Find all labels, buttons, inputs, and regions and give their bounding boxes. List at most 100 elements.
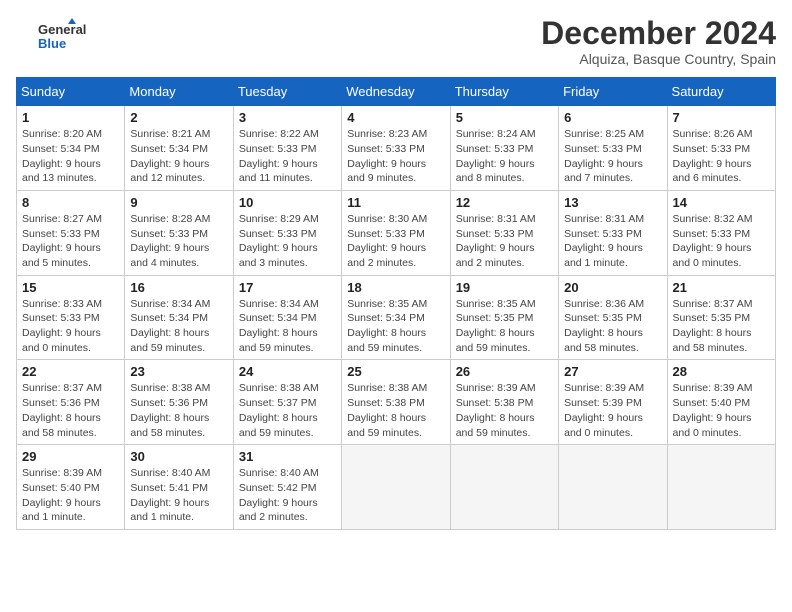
- day-number: 2: [130, 110, 227, 125]
- week-row-4: 22 Sunrise: 8:37 AM Sunset: 5:36 PM Dayli…: [17, 360, 776, 445]
- day-info: Sunrise: 8:39 AM Sunset: 5:39 PM Dayligh…: [564, 381, 661, 440]
- day-cell: 19Sunrise: 8:35 AM Sunset: 5:35 PM Dayli…: [450, 275, 558, 360]
- header-row: SundayMondayTuesdayWednesdayThursdayFrid…: [17, 78, 776, 106]
- day-number: 19: [456, 280, 553, 295]
- day-info: Sunrise: 8:22 AM Sunset: 5:33 PM Dayligh…: [239, 127, 336, 186]
- day-number: 21: [673, 280, 770, 295]
- day-number: 14: [673, 195, 770, 210]
- day-cell: 9Sunrise: 8:28 AM Sunset: 5:33 PM Daylig…: [125, 190, 233, 275]
- day-number: 17: [239, 280, 336, 295]
- day-cell: 18Sunrise: 8:35 AM Sunset: 5:34 PM Dayli…: [342, 275, 450, 360]
- day-number: 20: [564, 280, 661, 295]
- weekday-header-tuesday: Tuesday: [233, 78, 341, 106]
- day-info: Sunrise: 8:36 AM Sunset: 5:35 PM Dayligh…: [564, 297, 661, 356]
- day-cell: 12Sunrise: 8:31 AM Sunset: 5:33 PM Dayli…: [450, 190, 558, 275]
- day-info: Sunrise: 8:31 AM Sunset: 5:33 PM Dayligh…: [456, 212, 553, 271]
- day-cell: 29Sunrise: 8:39 AM Sunset: 5:40 PM Dayli…: [17, 445, 125, 530]
- day-cell: 26 Sunrise: 8:39 AM Sunset: 5:38 PM Dayli…: [450, 360, 558, 445]
- month-title: December 2024: [541, 16, 776, 51]
- day-cell: [450, 445, 558, 530]
- day-number: 16: [130, 280, 227, 295]
- day-number: 13: [564, 195, 661, 210]
- day-cell: 16 Sunrise: 8:34 AM Sunset: 5:34 PM Dayli…: [125, 275, 233, 360]
- day-number: 11: [347, 195, 444, 210]
- day-number: 30: [130, 449, 227, 464]
- day-number: 26: [456, 364, 553, 379]
- day-cell: 30 Sunrise: 8:40 AM Sunset: 5:41 PM Dayli…: [125, 445, 233, 530]
- day-number: 31: [239, 449, 336, 464]
- day-info: Sunrise: 8:23 AM Sunset: 5:33 PM Dayligh…: [347, 127, 444, 186]
- day-cell: 14 Sunrise: 8:32 AM Sunset: 5:33 PM Dayli…: [667, 190, 775, 275]
- logo-icon: General Blue: [16, 16, 96, 56]
- day-number: 15: [22, 280, 119, 295]
- svg-text:Blue: Blue: [38, 36, 66, 51]
- calendar-table: SundayMondayTuesdayWednesdayThursdayFrid…: [16, 77, 776, 530]
- day-number: 29: [22, 449, 119, 464]
- day-info: Sunrise: 8:24 AM Sunset: 5:33 PM Dayligh…: [456, 127, 553, 186]
- logo: General Blue General Blue: [16, 16, 96, 56]
- day-info: Sunrise: 8:21 AM Sunset: 5:34 PM Dayligh…: [130, 127, 227, 186]
- day-info: Sunrise: 8:40 AM Sunset: 5:41 PM Dayligh…: [130, 466, 227, 525]
- day-info: Sunrise: 8:37 AM Sunset: 5:35 PM Dayligh…: [673, 297, 770, 356]
- day-number: 28: [673, 364, 770, 379]
- day-cell: 11 Sunrise: 8:30 AM Sunset: 5:33 PM Dayli…: [342, 190, 450, 275]
- day-cell: 5 Sunrise: 8:24 AM Sunset: 5:33 PM Daylig…: [450, 106, 558, 191]
- day-cell: 25Sunrise: 8:38 AM Sunset: 5:38 PM Dayli…: [342, 360, 450, 445]
- day-info: Sunrise: 8:29 AM Sunset: 5:33 PM Dayligh…: [239, 212, 336, 271]
- day-info: Sunrise: 8:31 AM Sunset: 5:33 PM Dayligh…: [564, 212, 661, 271]
- day-cell: 21 Sunrise: 8:37 AM Sunset: 5:35 PM Dayli…: [667, 275, 775, 360]
- day-cell: [342, 445, 450, 530]
- weekday-header-friday: Friday: [559, 78, 667, 106]
- day-cell: 10 Sunrise: 8:29 AM Sunset: 5:33 PM Dayli…: [233, 190, 341, 275]
- day-cell: 27 Sunrise: 8:39 AM Sunset: 5:39 PM Dayli…: [559, 360, 667, 445]
- week-row-5: 29Sunrise: 8:39 AM Sunset: 5:40 PM Dayli…: [17, 445, 776, 530]
- weekday-header-monday: Monday: [125, 78, 233, 106]
- svg-text:General: General: [38, 22, 86, 37]
- week-row-1: 1Sunrise: 8:20 AM Sunset: 5:34 PM Daylig…: [17, 106, 776, 191]
- week-row-2: 8 Sunrise: 8:27 AM Sunset: 5:33 PM Daylig…: [17, 190, 776, 275]
- day-number: 4: [347, 110, 444, 125]
- day-info: Sunrise: 8:37 AM Sunset: 5:36 PM Dayligh…: [22, 381, 119, 440]
- day-info: Sunrise: 8:28 AM Sunset: 5:33 PM Dayligh…: [130, 212, 227, 271]
- week-row-3: 15 Sunrise: 8:33 AM Sunset: 5:33 PM Dayli…: [17, 275, 776, 360]
- day-info: Sunrise: 8:30 AM Sunset: 5:33 PM Dayligh…: [347, 212, 444, 271]
- day-number: 22: [22, 364, 119, 379]
- day-number: 10: [239, 195, 336, 210]
- day-cell: 8 Sunrise: 8:27 AM Sunset: 5:33 PM Daylig…: [17, 190, 125, 275]
- weekday-header-wednesday: Wednesday: [342, 78, 450, 106]
- day-info: Sunrise: 8:27 AM Sunset: 5:33 PM Dayligh…: [22, 212, 119, 271]
- day-cell: [559, 445, 667, 530]
- day-cell: 20 Sunrise: 8:36 AM Sunset: 5:35 PM Dayli…: [559, 275, 667, 360]
- day-cell: 6 Sunrise: 8:25 AM Sunset: 5:33 PM Daylig…: [559, 106, 667, 191]
- day-number: 24: [239, 364, 336, 379]
- day-number: 3: [239, 110, 336, 125]
- day-cell: 28 Sunrise: 8:39 AM Sunset: 5:40 PM Dayli…: [667, 360, 775, 445]
- day-number: 5: [456, 110, 553, 125]
- day-info: Sunrise: 8:25 AM Sunset: 5:33 PM Dayligh…: [564, 127, 661, 186]
- day-info: Sunrise: 8:26 AM Sunset: 5:33 PM Dayligh…: [673, 127, 770, 186]
- day-info: Sunrise: 8:39 AM Sunset: 5:38 PM Dayligh…: [456, 381, 553, 440]
- day-number: 8: [22, 195, 119, 210]
- day-cell: 7Sunrise: 8:26 AM Sunset: 5:33 PM Daylig…: [667, 106, 775, 191]
- day-number: 6: [564, 110, 661, 125]
- day-info: Sunrise: 8:34 AM Sunset: 5:34 PM Dayligh…: [239, 297, 336, 356]
- day-number: 27: [564, 364, 661, 379]
- day-info: Sunrise: 8:38 AM Sunset: 5:36 PM Dayligh…: [130, 381, 227, 440]
- day-number: 18: [347, 280, 444, 295]
- day-number: 1: [22, 110, 119, 125]
- day-info: Sunrise: 8:32 AM Sunset: 5:33 PM Dayligh…: [673, 212, 770, 271]
- day-info: Sunrise: 8:39 AM Sunset: 5:40 PM Dayligh…: [673, 381, 770, 440]
- day-info: Sunrise: 8:40 AM Sunset: 5:42 PM Dayligh…: [239, 466, 336, 525]
- weekday-header-saturday: Saturday: [667, 78, 775, 106]
- day-cell: 13 Sunrise: 8:31 AM Sunset: 5:33 PM Dayli…: [559, 190, 667, 275]
- day-number: 23: [130, 364, 227, 379]
- day-info: Sunrise: 8:38 AM Sunset: 5:38 PM Dayligh…: [347, 381, 444, 440]
- weekday-header-sunday: Sunday: [17, 78, 125, 106]
- day-cell: [667, 445, 775, 530]
- day-cell: 17 Sunrise: 8:34 AM Sunset: 5:34 PM Dayli…: [233, 275, 341, 360]
- day-info: Sunrise: 8:33 AM Sunset: 5:33 PM Dayligh…: [22, 297, 119, 356]
- day-info: Sunrise: 8:34 AM Sunset: 5:34 PM Dayligh…: [130, 297, 227, 356]
- page-header: General Blue General Blue December 2024 …: [16, 16, 776, 67]
- day-cell: 2 Sunrise: 8:21 AM Sunset: 5:34 PM Daylig…: [125, 106, 233, 191]
- day-cell: 1Sunrise: 8:20 AM Sunset: 5:34 PM Daylig…: [17, 106, 125, 191]
